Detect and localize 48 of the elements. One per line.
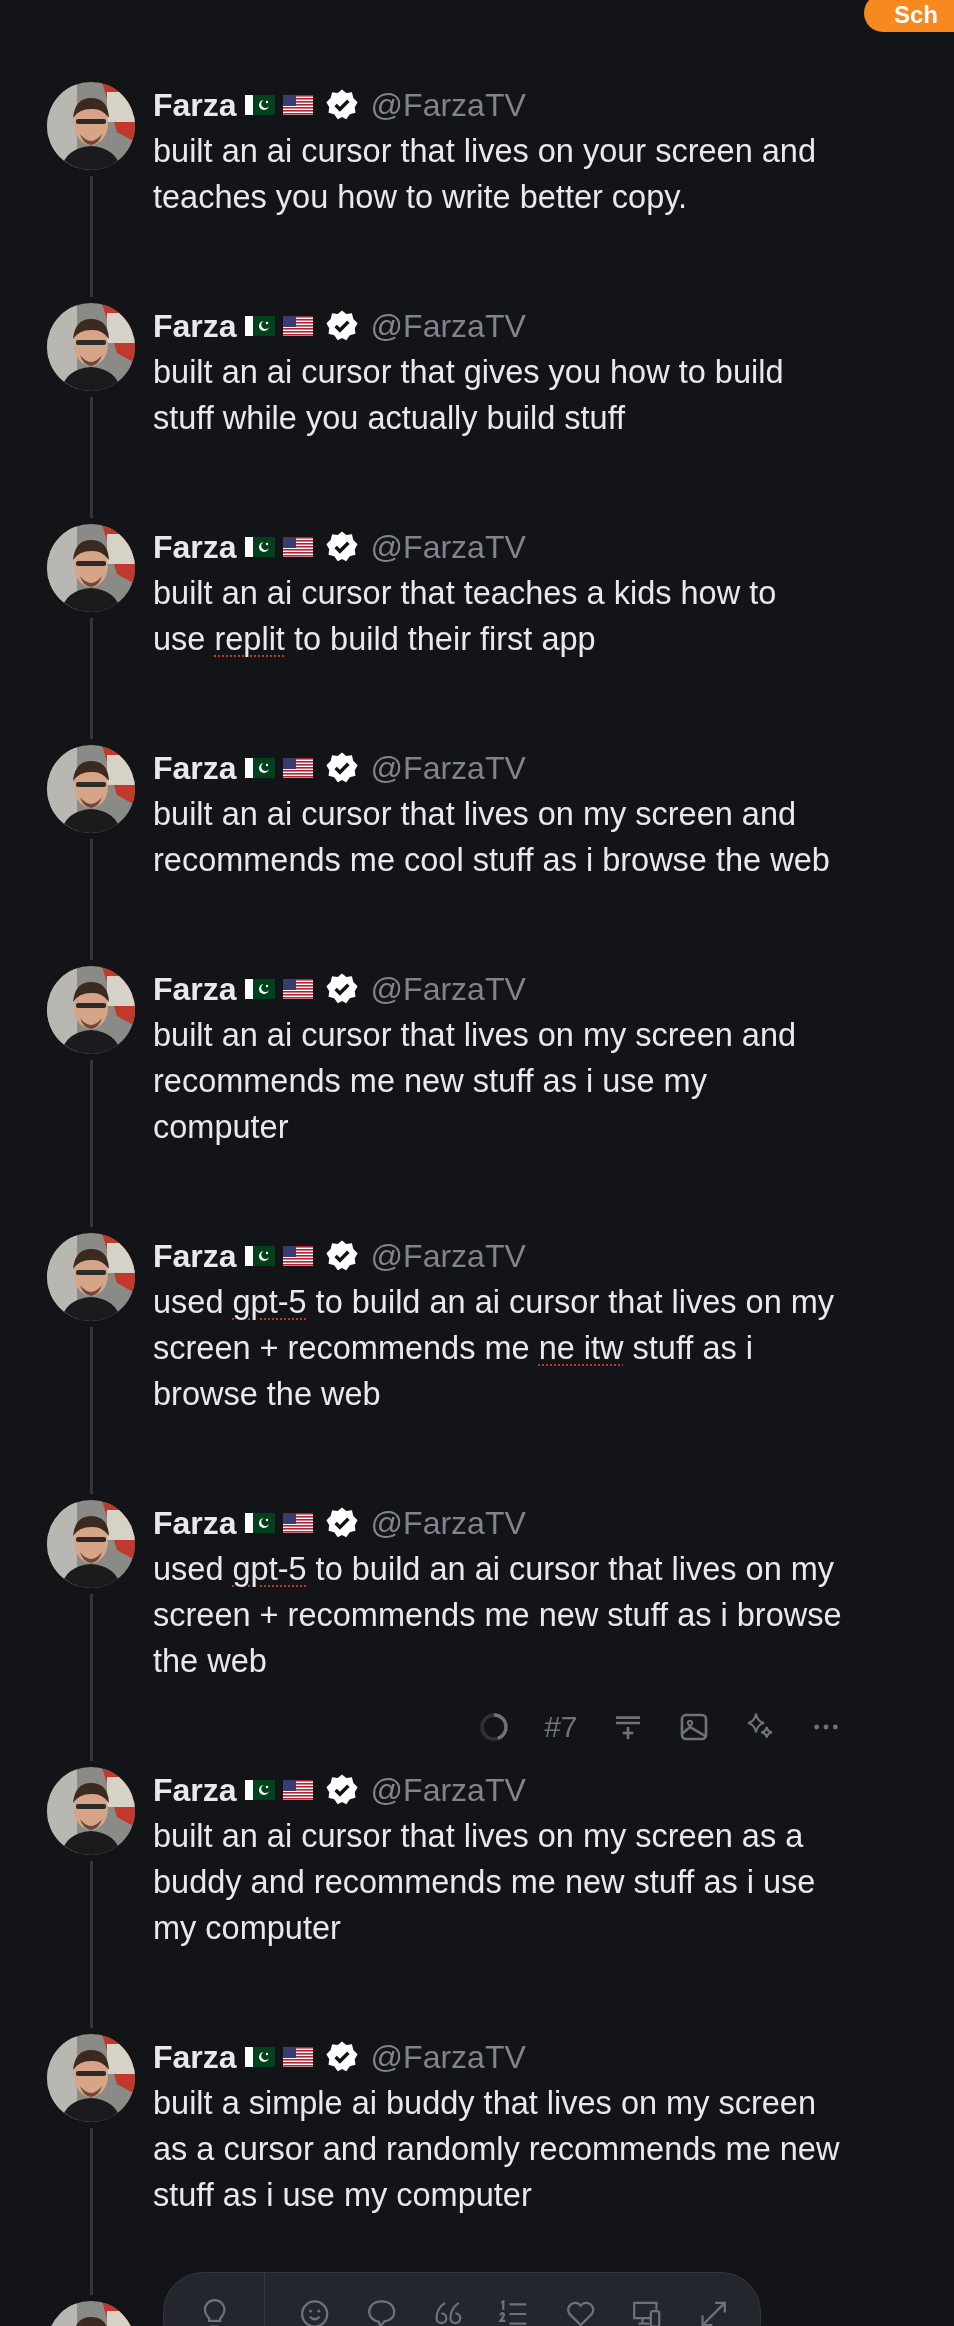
- pakistan-flag-icon: [244, 95, 275, 115]
- tweet-text: built an ai cursor that teaches a kids how to use replit to build their first app: [153, 574, 777, 659]
- user-handle[interactable]: @FarzaTV: [370, 1771, 526, 1809]
- author-name[interactable]: Farza: [153, 1771, 237, 1809]
- author-name[interactable]: Farza: [153, 1504, 237, 1542]
- us-flag-icon: [282, 95, 313, 115]
- progress-ring-icon: [478, 1711, 511, 1743]
- tweet-text: used gpt-5 to build an ai cursor that lives on my screen + recommends me new stuff as i browse the web: [153, 1550, 842, 1681]
- us-flag-icon: [282, 537, 313, 557]
- pakistan-flag-icon: [244, 1780, 275, 1800]
- user-handle[interactable]: @FarzaTV: [370, 1504, 526, 1542]
- author-name[interactable]: Farza: [153, 970, 237, 1008]
- author-name[interactable]: Farza: [153, 2038, 237, 2076]
- user-handle[interactable]: @FarzaTV: [370, 528, 526, 566]
- us-flag-icon: [282, 979, 313, 999]
- pakistan-flag-icon: [244, 1246, 275, 1266]
- tweet-text: built an ai cursor that lives on my screen as a buddy and recommends me new stuff as i use my computer: [153, 1817, 816, 1948]
- us-flag-icon: [282, 1246, 313, 1266]
- us-flag-icon: [282, 1513, 313, 1533]
- us-flag-icon: [282, 2047, 313, 2067]
- pakistan-flag-icon: [244, 1513, 275, 1533]
- tweet-text: built a simple ai buddy that lives on my screen as a cursor and randomly recommends me new stuff as i use my computer: [153, 2084, 840, 2215]
- user-handle[interactable]: @FarzaTV: [370, 970, 526, 1008]
- author-name[interactable]: Farza: [153, 528, 237, 566]
- pakistan-flag-icon: [244, 2047, 275, 2067]
- pill-button[interactable]: Sch: [864, 0, 954, 32]
- tweet-counter: #7: [544, 1710, 578, 1744]
- tweet-text: built an ai cursor that gives you how to build stuff while you actually build stuff: [153, 353, 784, 438]
- tweet-text: used gpt-5 to build an ai cursor that lives on my screen + recommends me ne itw stuff as i browse the web: [153, 1283, 835, 1414]
- user-handle[interactable]: @FarzaTV: [370, 86, 526, 124]
- tweet-text: built an ai cursor that lives on my screen and recommends me new stuff as i use my computer: [153, 1016, 797, 1147]
- tweet-text: built an ai cursor that lives on my screen and recommends me cool stuff as i browse the web: [153, 795, 830, 880]
- user-handle[interactable]: @FarzaTV: [370, 307, 526, 345]
- pakistan-flag-icon: [244, 316, 275, 336]
- us-flag-icon: [282, 758, 313, 778]
- pakistan-flag-icon: [244, 758, 275, 778]
- author-name[interactable]: Farza: [153, 307, 237, 345]
- pakistan-flag-icon: [244, 979, 275, 999]
- pakistan-flag-icon: [244, 537, 275, 557]
- author-name[interactable]: Farza: [153, 1237, 237, 1275]
- user-handle[interactable]: @FarzaTV: [370, 1237, 526, 1275]
- us-flag-icon: [282, 316, 313, 336]
- author-name[interactable]: Farza: [153, 749, 237, 787]
- user-handle[interactable]: @FarzaTV: [370, 749, 526, 787]
- user-handle[interactable]: @FarzaTV: [370, 2038, 526, 2076]
- tweet-text: built an ai cursor that lives on your screen and teaches you how to write better copy.: [153, 132, 816, 217]
- author-name[interactable]: Farza: [153, 86, 237, 124]
- us-flag-icon: [282, 1780, 313, 1800]
